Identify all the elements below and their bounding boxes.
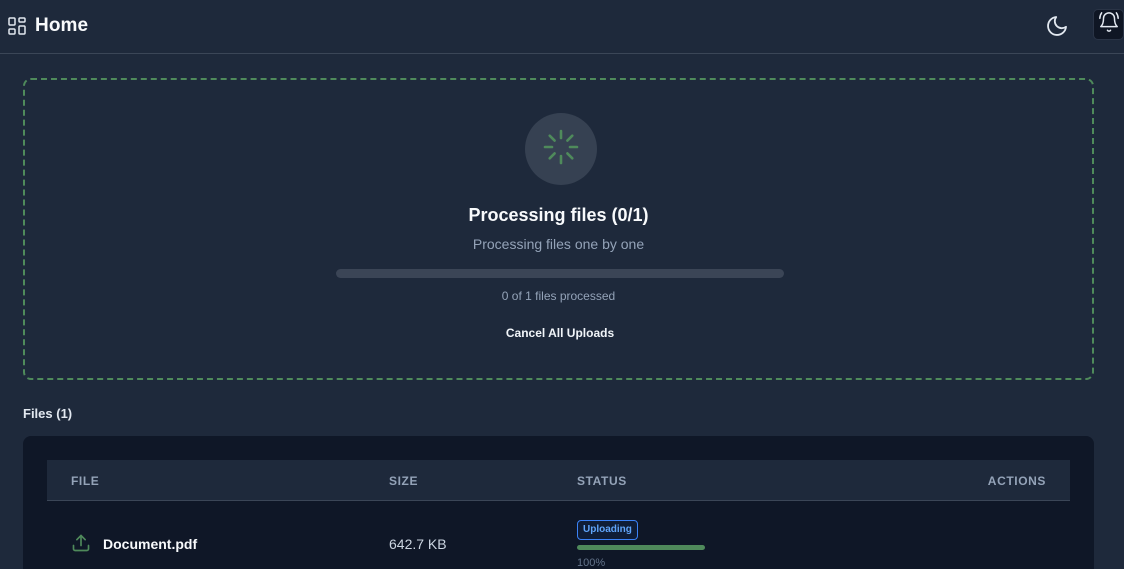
files-table-panel: FILE SIZE STATUS ACTIONS Document.pdf 64… (23, 436, 1094, 569)
moon-icon[interactable] (1045, 14, 1069, 38)
top-header: Home (0, 0, 1124, 54)
column-header-status: STATUS (577, 474, 627, 488)
overall-progress-bar (336, 269, 784, 278)
table-header: FILE SIZE STATUS ACTIONS (47, 460, 1070, 501)
processing-title: Processing files (0/1) (468, 205, 649, 225)
table-row: Document.pdf 642.7 KB Uploading 100% (47, 501, 1070, 569)
notifications-button[interactable] (1093, 9, 1124, 40)
column-header-file: FILE (71, 474, 100, 488)
bell-icon (1098, 11, 1120, 38)
spinner-icon (542, 128, 580, 171)
file-progress-fill (577, 545, 705, 550)
brand: Home (8, 15, 88, 37)
file-progress-percent: 100% (577, 557, 606, 569)
grid-icon[interactable] (8, 17, 26, 35)
file-progress-bar (577, 545, 705, 550)
page-title: Home (35, 15, 89, 36)
file-name: Document.pdf (103, 536, 198, 552)
upload-dropzone[interactable]: Processing files (0/1) Processing files … (23, 78, 1094, 380)
processing-subtitle: Processing files one by one (472, 236, 645, 252)
cancel-all-uploads-button[interactable]: Cancel All Uploads (498, 324, 622, 342)
status-badge: Uploading (577, 520, 638, 540)
file-size: 642.7 KB (389, 536, 447, 552)
column-header-size: SIZE (389, 474, 419, 488)
upload-icon (71, 533, 91, 553)
column-header-actions: ACTIONS (987, 474, 1046, 488)
spinner-container (525, 113, 597, 185)
processed-count: 0 of 1 files processed (501, 289, 616, 303)
files-heading: Files (1) (23, 406, 73, 421)
